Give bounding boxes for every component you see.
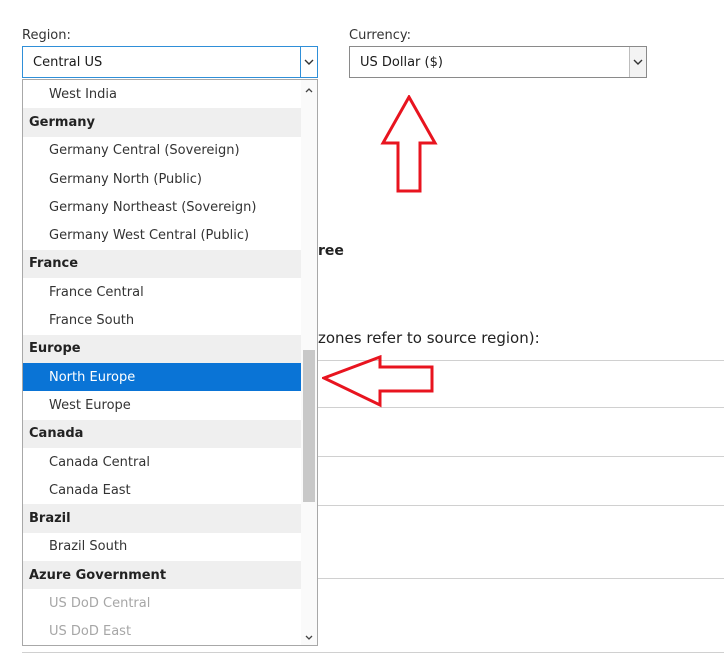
chevron-down-icon[interactable] [300, 47, 317, 77]
option-group-header: Azure Government [23, 561, 301, 590]
annotation-up-arrow-icon [380, 95, 438, 193]
region-option[interactable]: Germany North (Public) [23, 165, 301, 193]
region-option[interactable]: Canada Central [23, 448, 301, 476]
chevron-up-icon[interactable] [301, 82, 317, 96]
scrollbar-thumb[interactable] [303, 350, 315, 502]
scrollbar[interactable] [301, 80, 317, 645]
option-group-header: Germany [23, 108, 301, 137]
option-group-header: Europe [23, 334, 301, 363]
region-option[interactable]: Germany West Central (Public) [23, 221, 301, 249]
chevron-down-icon[interactable] [301, 630, 317, 644]
region-option[interactable]: France South [23, 306, 301, 334]
currency-label: Currency: [349, 28, 412, 43]
chevron-down-icon[interactable] [629, 47, 646, 77]
option-group-header: Brazil [23, 504, 301, 533]
currency-select[interactable]: US Dollar ($) [349, 46, 647, 78]
region-option: US DoD East [49, 624, 132, 640]
region-selected-value: Central US [33, 55, 103, 70]
region-option[interactable]: Brazil South [23, 533, 301, 561]
region-option: US DoD Central [49, 595, 151, 611]
divider [22, 652, 724, 653]
region-select[interactable]: Central US [22, 46, 318, 78]
currency-selected-value: US Dollar ($) [360, 55, 443, 70]
divider [318, 505, 724, 506]
region-option[interactable]: North Europe [23, 362, 301, 392]
divider [318, 456, 724, 457]
region-option[interactable]: Germany Central (Sovereign) [23, 137, 301, 165]
region-label: Region: [22, 28, 71, 43]
background-text-fragment: zones refer to source region): [318, 329, 540, 347]
background-text-fragment: ree [318, 243, 344, 259]
divider [318, 578, 724, 579]
region-option[interactable]: France Central [23, 278, 301, 306]
region-options: West India Germany Germany Central (Sovere… [23, 80, 301, 645]
region-option[interactable]: West Europe [23, 391, 301, 419]
region-option[interactable]: Germany Northeast (Sovereign) [23, 193, 301, 221]
region-option[interactable]: West India [23, 80, 301, 108]
option-group-header: France [23, 249, 301, 279]
option-group-header: Canada [23, 419, 301, 448]
region-option[interactable]: Canada East [23, 476, 301, 504]
annotation-left-arrow-icon [322, 355, 434, 408]
region-dropdown-list[interactable]: West India Germany Germany Central (Sovere… [22, 79, 318, 646]
